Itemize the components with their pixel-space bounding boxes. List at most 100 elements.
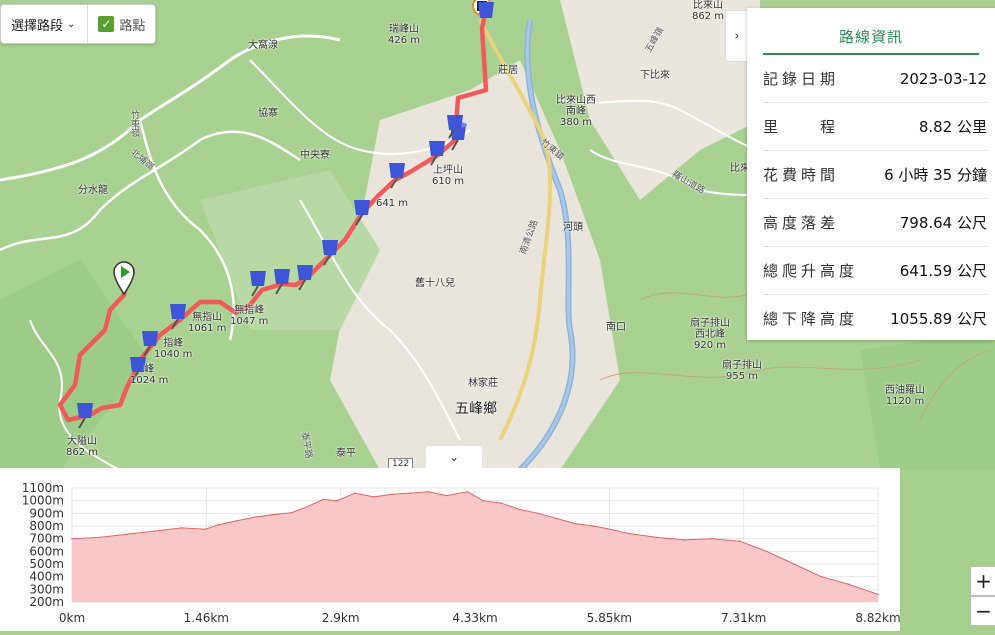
info-row-value: 6 小時 35 分鐘 <box>884 166 987 184</box>
x-tick-label: 8.82km <box>855 611 900 625</box>
elevation-chart[interactable]: 200m300m400m500m600m700m800m900m1000m110… <box>0 468 901 631</box>
peak-label: 641 m <box>376 198 409 209</box>
segment-select[interactable]: 選擇路段 ⌄ <box>1 5 89 43</box>
info-row-value: 2023-03-12 <box>899 69 987 88</box>
elevation-point <box>573 522 576 525</box>
place-label: 河頭 <box>563 222 583 233</box>
elevation-point <box>500 502 503 504</box>
points-toggle[interactable]: ✓ 路點 <box>88 5 155 43</box>
elevation-point <box>126 533 128 535</box>
elevation-point <box>372 496 375 498</box>
elevation-area <box>72 491 878 602</box>
elevation-point <box>217 523 219 526</box>
elevation-point <box>555 517 558 520</box>
y-tick-label: 500m <box>29 557 64 571</box>
y-tick-label: 1000m <box>22 494 64 508</box>
elevation-point <box>308 504 311 507</box>
chevron-down-icon: ⌄ <box>448 450 460 464</box>
info-row-label: 花費時間 <box>763 166 840 184</box>
elevation-point <box>153 530 155 532</box>
place-label: 舊十八兒 <box>415 278 455 289</box>
road-label: 竹東嶺 <box>129 110 139 137</box>
place-label: 下比來 <box>640 70 670 81</box>
peak-label: 上坪山 610 m <box>432 165 465 187</box>
checkbox-checked-icon[interactable]: ✓ <box>98 16 115 32</box>
elevation-point <box>235 520 238 522</box>
elevation-point <box>254 516 256 518</box>
x-tick-label: 2.9km <box>322 611 360 625</box>
elevation-point <box>710 537 713 540</box>
elevation-toggle-button[interactable]: ⌄ <box>426 446 482 468</box>
info-row: 高度落差 798.64 公尺 <box>763 199 987 247</box>
elevation-point <box>180 527 183 529</box>
peak-label: 指峰 1040 m <box>154 338 193 360</box>
info-row-value: 798.64 公尺 <box>899 214 987 232</box>
elevation-point <box>322 498 325 501</box>
elevation-point <box>683 539 686 541</box>
place-label: 協寨 <box>258 108 278 119</box>
elevation-point <box>605 527 608 530</box>
place-label: 南口 <box>606 322 626 333</box>
points-label: 路點 <box>119 18 146 34</box>
elevation-point <box>391 493 393 496</box>
peak-label: 瑞峰山 426 m <box>388 24 421 46</box>
town-label: 五峰鄉 <box>455 401 497 417</box>
chevron-down-icon: ⌄ <box>67 18 76 30</box>
y-tick-label: 300m <box>29 582 64 596</box>
elevation-point <box>466 491 469 493</box>
elevation-point <box>272 513 274 516</box>
map-toolbar: 選擇路段 ⌄ ✓ 路點 <box>0 4 157 44</box>
peak-label: 峰 1024 m <box>130 364 169 386</box>
info-panel-title: 路線資訊 <box>763 26 979 55</box>
elevation-point <box>409 492 411 494</box>
elevation-point <box>354 492 357 494</box>
x-tick-label: 5.85km <box>587 611 632 625</box>
info-row-value: 1055.89 公尺 <box>890 310 987 328</box>
elevation-point <box>656 536 658 539</box>
info-row: 記錄日期 2023-03-12 <box>763 55 987 103</box>
info-row: 里 程 8.82 公里 <box>763 103 987 151</box>
x-tick-label: 4.33km <box>452 611 497 625</box>
info-row-value: 641.59 公尺 <box>899 262 987 280</box>
info-row: 總爬升高度 641.59 公尺 <box>763 247 987 295</box>
zoom-in-button[interactable]: + <box>970 566 995 596</box>
y-tick-label: 1100m <box>22 481 64 495</box>
peak-label: 比來山 862 m <box>692 0 725 22</box>
info-row: 花費時間 6 小時 35 分鐘 <box>763 151 987 199</box>
place-label: 中央寮 <box>300 150 330 161</box>
zoom-out-button[interactable]: − <box>970 596 995 626</box>
elevation-point <box>445 494 448 497</box>
elevation-point <box>290 511 293 514</box>
y-tick-label: 900m <box>29 506 64 520</box>
panel-collapse-button[interactable]: › <box>725 10 749 62</box>
x-tick-label: 1.46km <box>184 611 229 625</box>
place-label: 林家莊 <box>468 378 498 389</box>
elevation-point <box>71 537 73 540</box>
route-info-panel: 路線資訊 記錄日期 2023-03-12 里 程 8.82 公里花費時間 6 小時 35… <box>747 8 995 340</box>
elevation-point <box>482 499 485 502</box>
y-tick-label: 200m <box>29 595 64 609</box>
elevation-point <box>765 550 768 553</box>
elevation-point <box>204 528 207 530</box>
elevation-point <box>537 512 539 515</box>
peak-label: 西油羅山 1120 m <box>885 385 925 407</box>
info-row-label: 高度落差 <box>763 214 840 232</box>
elevation-point <box>336 499 338 502</box>
elevation-point <box>793 563 795 565</box>
elevation-point <box>427 491 430 493</box>
elevation-point <box>739 540 741 542</box>
peak-label: 無指山 1061 m <box>188 312 227 334</box>
elevation-point <box>628 532 631 535</box>
elevation-profile-panel: 200m 300m 400m 500m 600m 700m 800m 900m 1000m 110… <box>0 468 901 631</box>
elevation-point <box>820 575 823 578</box>
y-tick-label: 600m <box>29 544 64 558</box>
elevation-point <box>848 583 850 586</box>
place-label: 大窩湶 <box>248 40 278 51</box>
elevation-point <box>592 525 594 527</box>
peak-label: 扇子排山 西北峰 920 m <box>690 318 730 351</box>
peak-label: 比來山西 南峰 380 m <box>556 95 596 128</box>
peak-label: 無指峰 1047 m <box>230 305 269 327</box>
elevation-point <box>98 536 101 539</box>
place-label: 分水龍 <box>78 185 108 196</box>
y-tick-label: 800m <box>29 519 64 533</box>
